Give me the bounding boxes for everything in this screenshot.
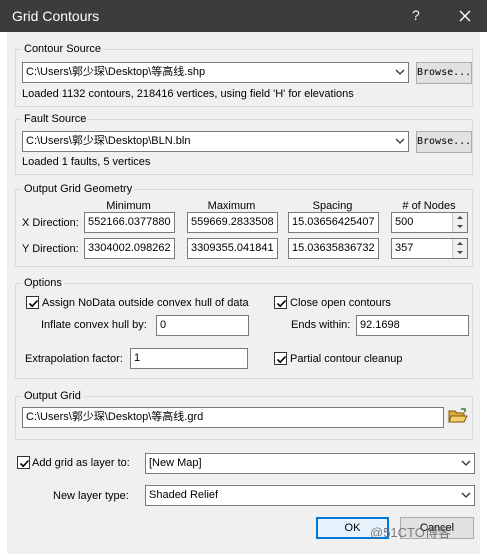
checkmark-icon (276, 355, 287, 364)
watermark: @51CTO博客 (370, 525, 451, 540)
window-title: Grid Contours (12, 8, 100, 24)
output-grid-path-input[interactable]: C:\Users\郭少琛\Desktop\等高线.grd (22, 407, 444, 428)
spin-up-icon[interactable] (453, 213, 467, 222)
checkmark-icon (276, 299, 287, 308)
header-spacing: Spacing (312, 200, 353, 212)
spin-down-icon[interactable] (453, 222, 467, 231)
add-layer-value: [New Map] (149, 457, 202, 469)
chevron-down-icon (461, 492, 471, 498)
inflate-input[interactable]: 0 (156, 315, 249, 336)
extrapolation-input[interactable]: 1 (130, 348, 248, 369)
checkmark-icon (19, 459, 30, 468)
inflate-label: Inflate convex hull by: (41, 319, 147, 331)
close-open-checkbox[interactable] (274, 296, 287, 309)
x-spacing-input[interactable]: 15.03656425407 (288, 212, 379, 233)
output-grid-legend: Output Grid (22, 390, 83, 402)
chevron-down-icon (395, 69, 405, 75)
fault-status: Loaded 1 faults, 5 vertices (22, 156, 151, 168)
ends-within-label: Ends within: (291, 319, 351, 331)
spin-down-icon[interactable] (453, 248, 467, 257)
checkmark-icon (28, 299, 39, 308)
assign-nodata-label: Assign NoData outside convex hull of dat… (42, 297, 249, 309)
contour-status: Loaded 1132 contours, 218416 vertices, u… (22, 88, 354, 100)
y-nodes-spin-buttons[interactable] (452, 239, 467, 258)
layer-type-label: New layer type: (53, 490, 129, 502)
add-layer-checkbox[interactable] (17, 456, 30, 469)
assign-nodata-checkbox[interactable] (26, 296, 39, 309)
fault-source-legend: Fault Source (22, 113, 89, 125)
title-bar: Grid Contours ? (0, 0, 487, 32)
y-minimum-input[interactable]: 3304002.098262 (84, 238, 175, 259)
fault-source-path: C:\Users\郭少琛\Desktop\BLN.bln (26, 135, 191, 147)
contour-source-dropdown[interactable]: C:\Users\郭少琛\Desktop\等高线.shp (22, 62, 409, 83)
open-folder-icon[interactable] (448, 407, 468, 425)
ends-within-input[interactable]: 92.1698 (356, 315, 469, 336)
extrapolation-label: Extrapolation factor: (25, 353, 123, 365)
x-maximum-input[interactable]: 559669.2833508 (187, 212, 278, 233)
add-layer-dropdown[interactable]: [New Map] (145, 453, 475, 474)
header-minimum: Minimum (106, 200, 151, 212)
close-open-label: Close open contours (290, 297, 391, 309)
grid-geometry-legend: Output Grid Geometry (22, 183, 135, 195)
contour-source-legend: Contour Source (22, 43, 104, 55)
x-direction-label: X Direction: (22, 217, 79, 229)
layer-type-dropdown[interactable]: Shaded Relief (145, 485, 475, 506)
layer-type-value: Shaded Relief (149, 489, 219, 501)
header-maximum: Maximum (207, 200, 256, 212)
help-button[interactable]: ? (412, 7, 420, 23)
spin-up-icon[interactable] (453, 239, 467, 248)
x-nodes-spin-buttons[interactable] (452, 213, 467, 232)
fault-source-dropdown[interactable]: C:\Users\郭少琛\Desktop\BLN.bln (22, 131, 409, 152)
chevron-down-icon (395, 138, 405, 144)
x-nodes-value: 500 (395, 216, 414, 228)
x-minimum-input[interactable]: 552166.0377880 (84, 212, 175, 233)
y-nodes-stepper[interactable]: 357 (391, 238, 468, 259)
close-button[interactable] (452, 4, 478, 28)
y-direction-label: Y Direction: (22, 243, 79, 255)
x-nodes-stepper[interactable]: 500 (391, 212, 468, 233)
add-layer-label: Add grid as layer to: (32, 457, 130, 469)
dialog-body: Contour Source C:\Users\郭少琛\Desktop\等高线.… (7, 32, 480, 554)
close-icon (459, 10, 471, 22)
options-legend: Options (22, 277, 64, 289)
y-nodes-value: 357 (395, 242, 414, 254)
partial-cleanup-checkbox[interactable] (274, 352, 287, 365)
contour-source-path: C:\Users\郭少琛\Desktop\等高线.shp (26, 66, 206, 78)
y-spacing-input[interactable]: 15.03635836732 (288, 238, 379, 259)
partial-cleanup-label: Partial contour cleanup (290, 353, 403, 365)
contour-browse-button[interactable]: Browse... (416, 62, 472, 84)
chevron-down-icon (461, 460, 471, 466)
fault-browse-button[interactable]: Browse... (416, 131, 472, 153)
y-maximum-input[interactable]: 3309355.041841 (187, 238, 278, 259)
header-nodes: # of Nodes (402, 200, 456, 212)
